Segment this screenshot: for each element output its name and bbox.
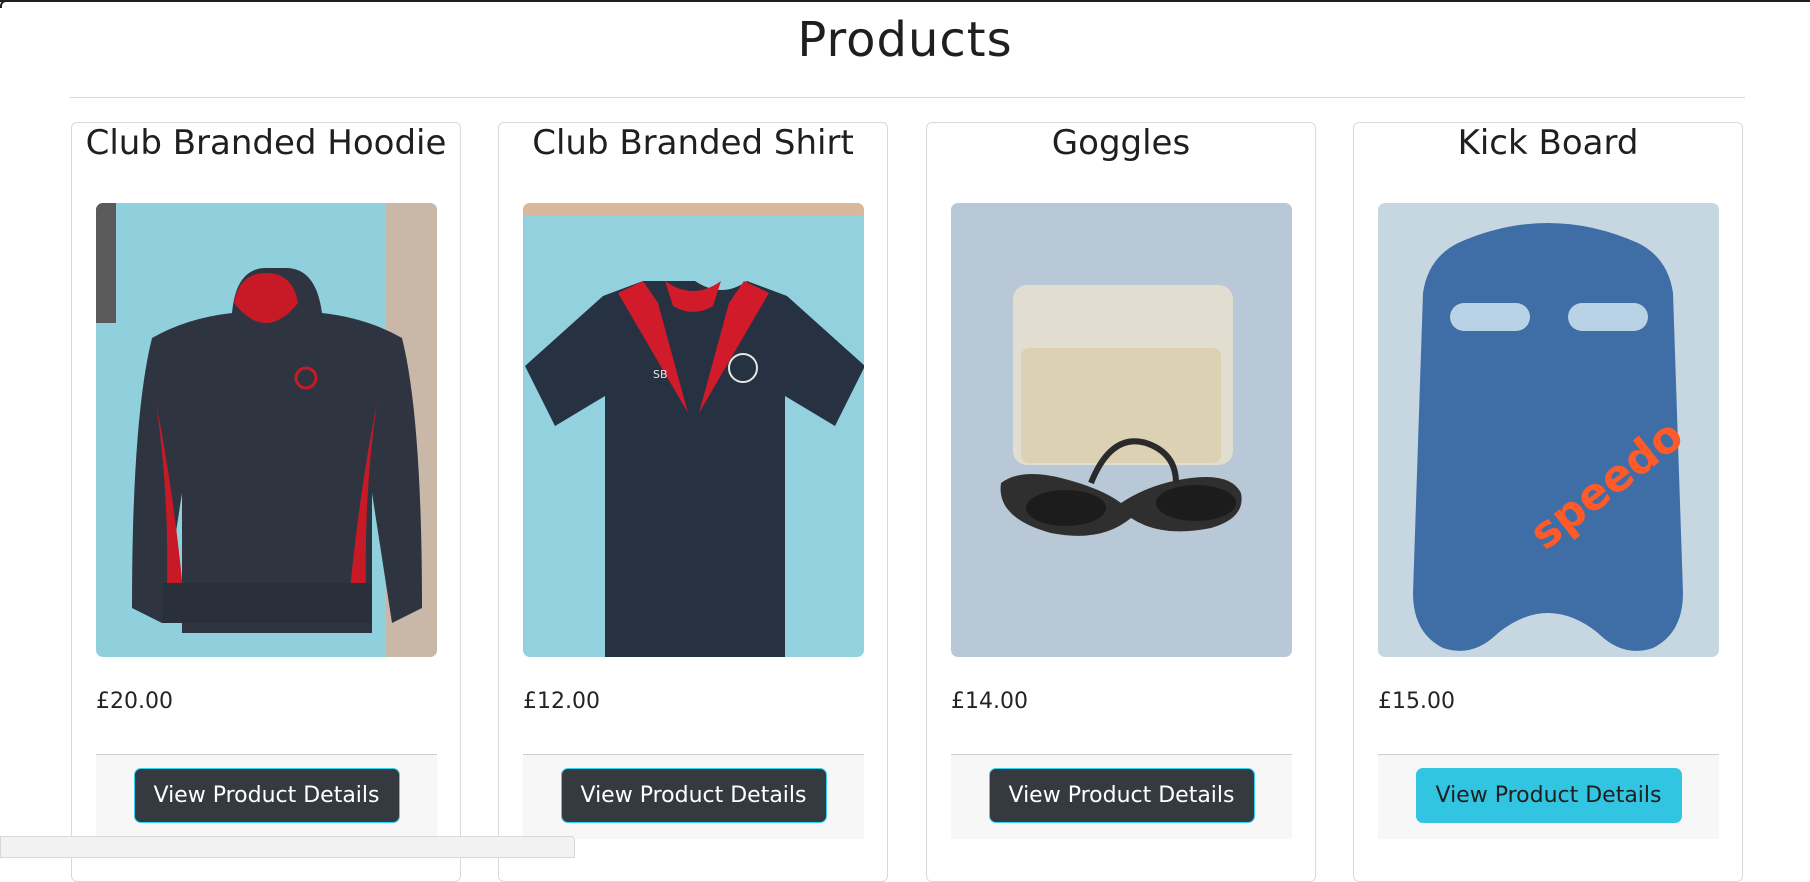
card-footer: View Product Details xyxy=(96,754,437,839)
window-corner xyxy=(0,0,8,8)
product-image-shirt: SB xyxy=(523,203,864,657)
title-divider xyxy=(70,97,1745,98)
window-top-border xyxy=(0,0,1810,2)
product-price: £12.00 xyxy=(523,689,600,714)
view-product-details-button[interactable]: View Product Details xyxy=(560,768,827,823)
product-image-goggles xyxy=(951,203,1292,657)
product-image-kick-board: speedo xyxy=(1378,203,1719,657)
product-price: £15.00 xyxy=(1378,689,1455,714)
card-footer: View Product Details xyxy=(1378,754,1719,839)
page-title: Products xyxy=(797,12,1013,68)
browser-status-bar xyxy=(0,836,575,858)
product-title: Club Branded Shirt xyxy=(532,123,854,163)
product-card-kick-board: Kick Board speedo £15.00 View Product De… xyxy=(1353,122,1743,882)
view-product-details-button[interactable]: View Product Details xyxy=(1415,768,1682,823)
view-product-details-button[interactable]: View Product Details xyxy=(133,768,400,823)
product-price: £20.00 xyxy=(96,689,173,714)
svg-text:SB: SB xyxy=(653,368,668,381)
product-title: Club Branded Hoodie xyxy=(85,123,447,163)
product-image-hoodie xyxy=(96,203,437,657)
card-footer: View Product Details xyxy=(951,754,1292,839)
product-title: Kick Board xyxy=(1457,123,1639,163)
product-card-goggles: Goggles £14.00 View Product Details xyxy=(926,122,1316,882)
view-product-details-button[interactable]: View Product Details xyxy=(988,768,1255,823)
product-card-shirt: Club Branded Shirt SB £12.00 View Produc… xyxy=(498,122,888,882)
product-card-hoodie: Club Branded Hoodie £20.00 View Product … xyxy=(71,122,461,882)
card-footer: View Product Details xyxy=(523,754,864,839)
product-price: £14.00 xyxy=(951,689,1028,714)
product-title: Goggles xyxy=(1051,123,1191,163)
